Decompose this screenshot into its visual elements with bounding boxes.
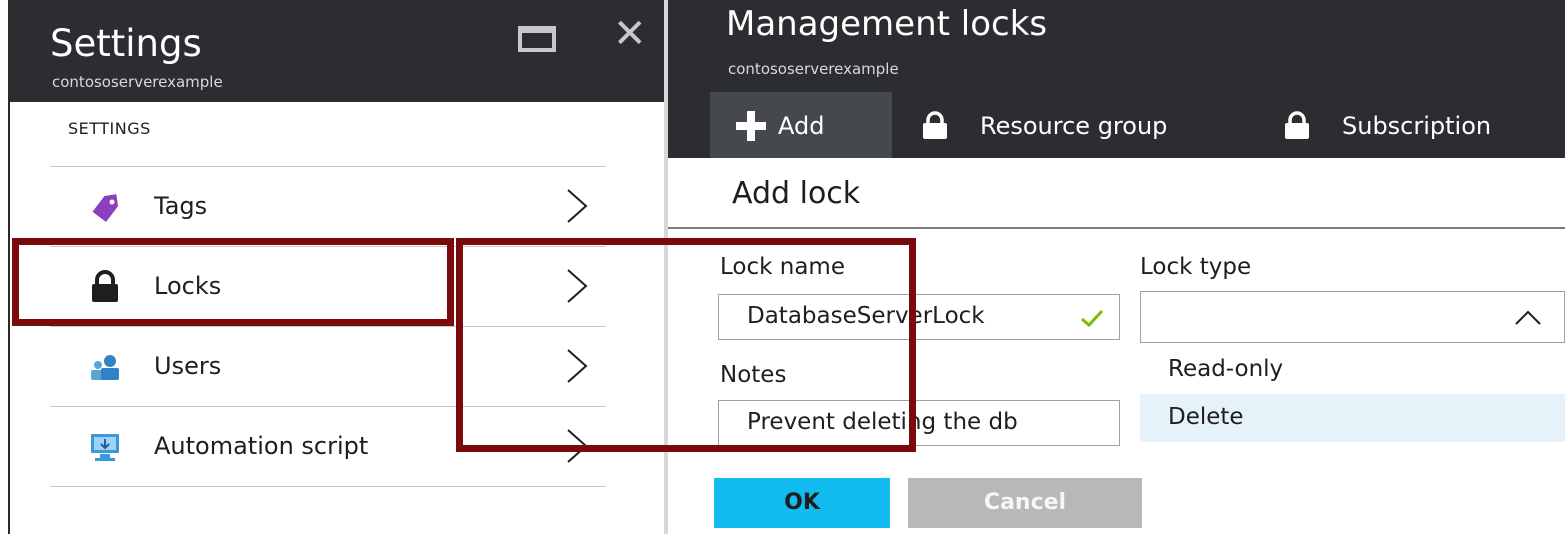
menu-item-label: Users xyxy=(154,352,222,380)
cancel-button[interactable]: Cancel xyxy=(908,478,1142,528)
management-locks-header: Management locks contososerverexample Ad… xyxy=(668,0,1565,158)
dropdown-option-label: Delete xyxy=(1168,404,1244,430)
close-icon[interactable]: ✕ xyxy=(613,14,647,54)
lock-type-highlight-box xyxy=(456,238,916,452)
plus-icon xyxy=(736,111,766,141)
ok-button[interactable]: OK xyxy=(714,478,890,528)
resource-group-button[interactable]: Resource group xyxy=(918,92,1238,158)
add-button[interactable]: Add xyxy=(710,92,892,158)
lock-icon xyxy=(1285,111,1309,139)
menu-item-label: Tags xyxy=(154,192,208,220)
maximize-icon[interactable] xyxy=(518,26,556,52)
settings-section-label: SETTINGS xyxy=(68,119,151,138)
menu-item-label: Automation script xyxy=(154,432,369,460)
lock-icon xyxy=(923,111,947,139)
subscription-button-label: Subscription xyxy=(1342,112,1492,140)
management-locks-title: Management locks xyxy=(726,4,1048,44)
add-lock-title: Add lock xyxy=(732,176,861,211)
lock-type-label: Lock type xyxy=(1140,254,1252,280)
menu-divider xyxy=(50,166,606,167)
resource-group-button-label: Resource group xyxy=(980,112,1168,140)
management-locks-subtitle: contososerverexample xyxy=(728,60,899,78)
settings-blade-subtitle: contososerverexample xyxy=(52,73,223,91)
chevron-up-icon xyxy=(1515,310,1541,325)
add-button-label: Add xyxy=(778,112,825,140)
dropdown-option-delete[interactable]: Delete xyxy=(1140,394,1565,442)
users-icon xyxy=(91,355,119,380)
settings-blade-title: Settings xyxy=(50,22,202,65)
tag-icon xyxy=(92,194,119,222)
subscription-button[interactable]: Subscription xyxy=(1280,92,1560,158)
menu-divider xyxy=(50,486,606,487)
form-divider xyxy=(668,227,1565,229)
settings-blade-header: Settings contososerverexample ✕ xyxy=(10,0,666,102)
locks-highlight-box xyxy=(12,238,454,326)
automation-script-icon xyxy=(91,434,119,461)
chevron-right-icon xyxy=(567,189,588,223)
checkmark-icon xyxy=(1081,309,1104,328)
dropdown-option-label: Read-only xyxy=(1168,356,1284,382)
lock-type-dropdown[interactable] xyxy=(1140,291,1565,343)
menu-item-tags[interactable]: Tags xyxy=(50,168,606,246)
dropdown-option-read-only[interactable]: Read-only xyxy=(1140,346,1565,394)
